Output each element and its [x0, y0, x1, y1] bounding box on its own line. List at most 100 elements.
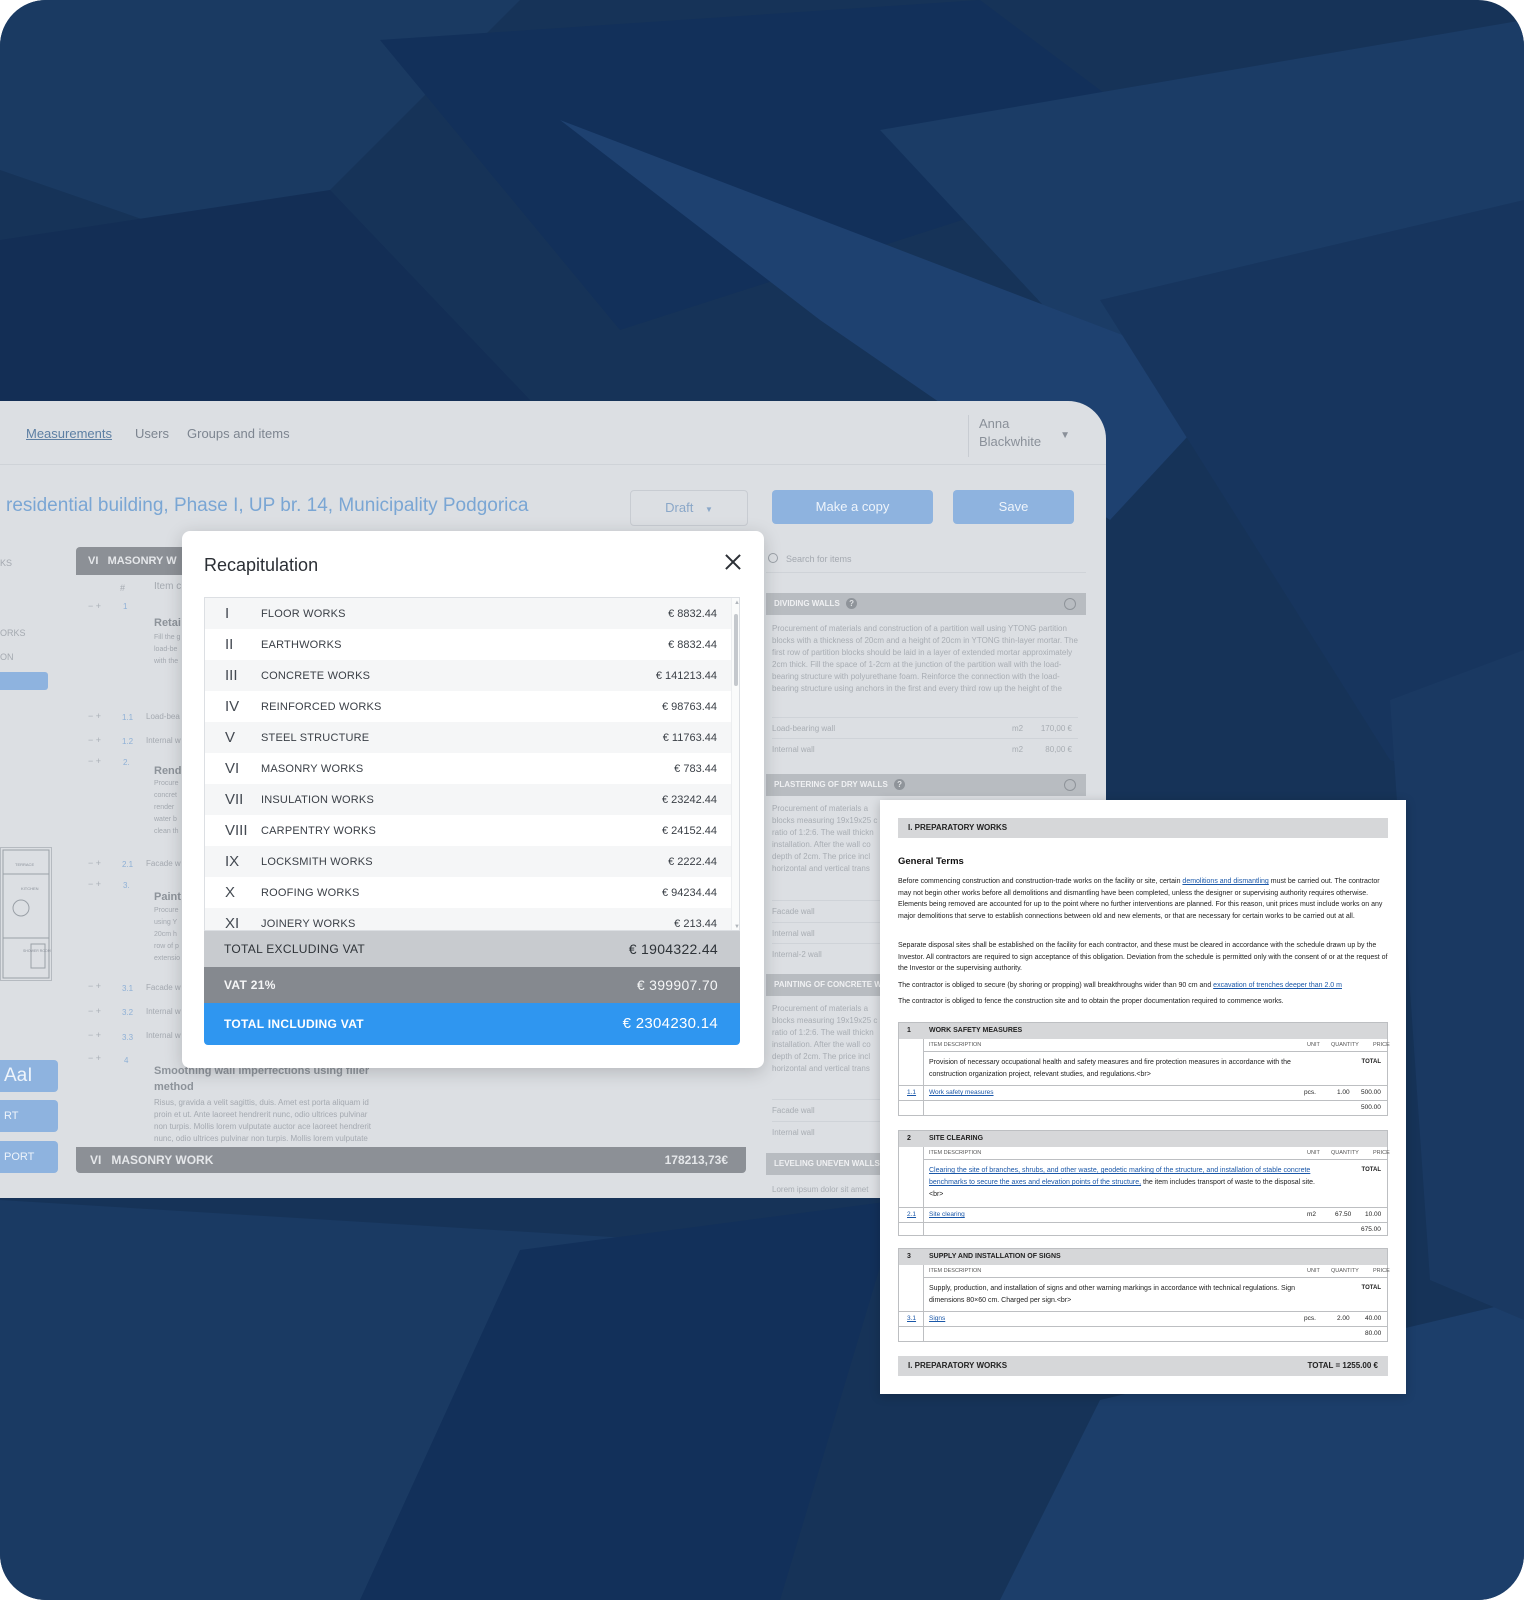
row-text: non turpis. Mollis lorem vulputate aucto… [154, 1122, 371, 1131]
row-controls[interactable]: − + [88, 601, 101, 611]
group-header[interactable]: DIVIDING WALLS ? [766, 593, 1086, 615]
table-number: 2 [907, 1135, 911, 1142]
row-controls[interactable]: − + [88, 735, 101, 745]
close-icon[interactable] [724, 553, 742, 571]
item-total: 500.00 [1361, 1104, 1381, 1111]
search-icon [768, 553, 778, 563]
item-name-link[interactable]: Work safety measures [929, 1089, 994, 1096]
vat-row: VAT 21% € 399907.70 [204, 967, 740, 1003]
item-quantity: 67.50 [1335, 1211, 1352, 1218]
list-item[interactable]: VI MASONRY WORKS € 783.44 [205, 753, 731, 784]
column-hash: # [120, 583, 126, 593]
list-item[interactable]: IV REINFORCED WORKS € 98763.44 [205, 691, 731, 722]
item-number-link[interactable]: 2.1 [907, 1211, 916, 1218]
search-input[interactable]: Search for items [766, 545, 1086, 573]
row-controls[interactable]: − + [88, 756, 101, 766]
row-controls[interactable]: − + [88, 1030, 101, 1040]
item-name[interactable]: Signs [929, 1315, 945, 1322]
row-text: water b [154, 816, 177, 823]
group-header[interactable]: PAINTING OF CONCRETE W [766, 974, 880, 996]
item-number-link[interactable]: 3.1 [907, 1315, 916, 1322]
group-item[interactable]: Facade wall [772, 1099, 882, 1115]
paragraph: The contractor is obliged to secure (by … [898, 980, 1388, 992]
row-controls[interactable]: − + [88, 1053, 101, 1063]
work-value: € 23242.44 [661, 794, 717, 806]
list-scrollbar[interactable]: ▲ ▼ [731, 598, 739, 930]
plan-label-kitchen: KITCHEN [21, 886, 39, 891]
group-item[interactable]: Load-bearing wall m2 170,00 € [772, 717, 1078, 733]
footer-total: TOTAL = 1255.00 € [1307, 1361, 1378, 1370]
row-controls[interactable]: − + [88, 1006, 101, 1016]
sidebar-item[interactable]: KS [0, 558, 12, 568]
save-button[interactable]: Save [953, 490, 1074, 524]
list-item[interactable]: I FLOOR WORKS € 8832.44 [205, 598, 731, 629]
col-quantity: QUANTITY [1331, 1268, 1359, 1274]
divider [923, 1039, 924, 1115]
item-number[interactable]: 1.1 [907, 1089, 916, 1096]
group-header[interactable]: LEVELING UNEVEN WALLS U [766, 1153, 880, 1175]
list-item[interactable]: V STEEL STRUCTURE € 11763.44 [205, 722, 731, 753]
item-name[interactable]: Site clearing [929, 1211, 965, 1218]
row-controls[interactable]: − + [88, 879, 101, 889]
group-title: PLASTERING OF DRY WALLS [774, 780, 888, 789]
list-item[interactable]: VII INSULATION WORKS € 23242.44 [205, 784, 731, 815]
item-number[interactable]: 3.1 [907, 1315, 916, 1322]
report-button[interactable]: PORT [0, 1141, 58, 1173]
help-icon[interactable]: ? [846, 598, 858, 609]
nav-users[interactable]: Users [135, 426, 169, 441]
sidebar-item[interactable]: ORKS [0, 628, 26, 638]
row-controls[interactable]: − + [88, 981, 101, 991]
divider [899, 1222, 1387, 1223]
sidebar-item[interactable]: ON [0, 652, 14, 662]
user-menu[interactable]: Anna Blackwhite ▼ [968, 415, 1086, 457]
group-item[interactable]: Internal wall m2 80,00 € [772, 738, 1078, 754]
help-icon[interactable]: ? [894, 779, 906, 790]
row-number: 1.1 [122, 713, 134, 722]
group-item[interactable]: Internal wall [772, 1121, 882, 1137]
status-dropdown[interactable]: Draft ▼ [630, 490, 748, 526]
row-number: 1.2 [122, 737, 134, 746]
row-text: Facade w [146, 983, 181, 992]
list-item[interactable]: III CONCRETE WORKS € 141213.44 [205, 660, 731, 691]
group-item[interactable]: Facade wall [772, 900, 882, 916]
row-controls[interactable]: − + [88, 858, 101, 868]
text-style-button[interactable]: AaI [0, 1060, 58, 1092]
nav-groups-and-items[interactable]: Groups and items [187, 426, 290, 441]
nav-measurements[interactable]: Measurements [26, 426, 112, 441]
sidebar-selected-item[interactable] [0, 672, 48, 690]
make-copy-button[interactable]: Make a copy [772, 490, 933, 524]
col-unit: UNIT [1307, 1150, 1320, 1156]
table-number: 3 [907, 1253, 911, 1260]
total-excl-value: € 1904322.44 [628, 941, 718, 957]
scroll-up-icon[interactable]: ▲ [734, 600, 739, 606]
list-item[interactable]: VIII CARPENTRY WORKS € 24152.44 [205, 815, 731, 846]
list-item[interactable]: X ROOFING WORKS € 94234.44 [205, 877, 731, 908]
list-item[interactable]: II EARTHWORKS € 8832.44 [205, 629, 731, 660]
move-icon[interactable] [1064, 598, 1076, 610]
status-label: Draft [665, 500, 694, 515]
item-name-link[interactable]: Site clearing [929, 1211, 965, 1218]
row-number: 3. [123, 881, 130, 890]
row-controls[interactable]: − + [88, 711, 101, 721]
export-button[interactable]: RT [0, 1100, 58, 1132]
link[interactable]: demolitions and dismantling [1182, 878, 1268, 885]
move-icon[interactable] [1064, 779, 1076, 791]
item-name[interactable]: Work safety measures [929, 1089, 994, 1096]
group-item[interactable]: Internal wall [772, 922, 882, 938]
item-price: 40.00 [1365, 1315, 1382, 1322]
group-header[interactable]: PLASTERING OF DRY WALLS ? [766, 774, 1086, 796]
recapitulation-list[interactable]: I FLOOR WORKS € 8832.44 II EARTHWORKS € … [204, 597, 740, 931]
section-footer: VI MASONRY WORK 178213,73€ [76, 1147, 746, 1173]
group-item[interactable]: Internal-2 wall [772, 943, 882, 959]
item-number-link[interactable]: 1.1 [907, 1089, 916, 1096]
list-item[interactable]: IX LOCKSMITH WORKS € 2222.44 [205, 846, 731, 877]
link[interactable]: excavation of trenches deeper than 2.0 m [1213, 982, 1342, 989]
scroll-down-icon[interactable]: ▼ [734, 924, 739, 930]
vat-value: € 399907.70 [636, 977, 718, 993]
scrollbar-thumb[interactable] [734, 614, 738, 686]
item-name-link[interactable]: Signs [929, 1315, 945, 1322]
list-item[interactable]: XI JOINERY WORKS € 213.44 [205, 908, 731, 930]
column-headers: ITEM DESCRIPTION UNIT QUANTITY PRICE [923, 1039, 1390, 1052]
item-number[interactable]: 2.1 [907, 1211, 916, 1218]
modal-title: Recapitulation [204, 555, 319, 575]
